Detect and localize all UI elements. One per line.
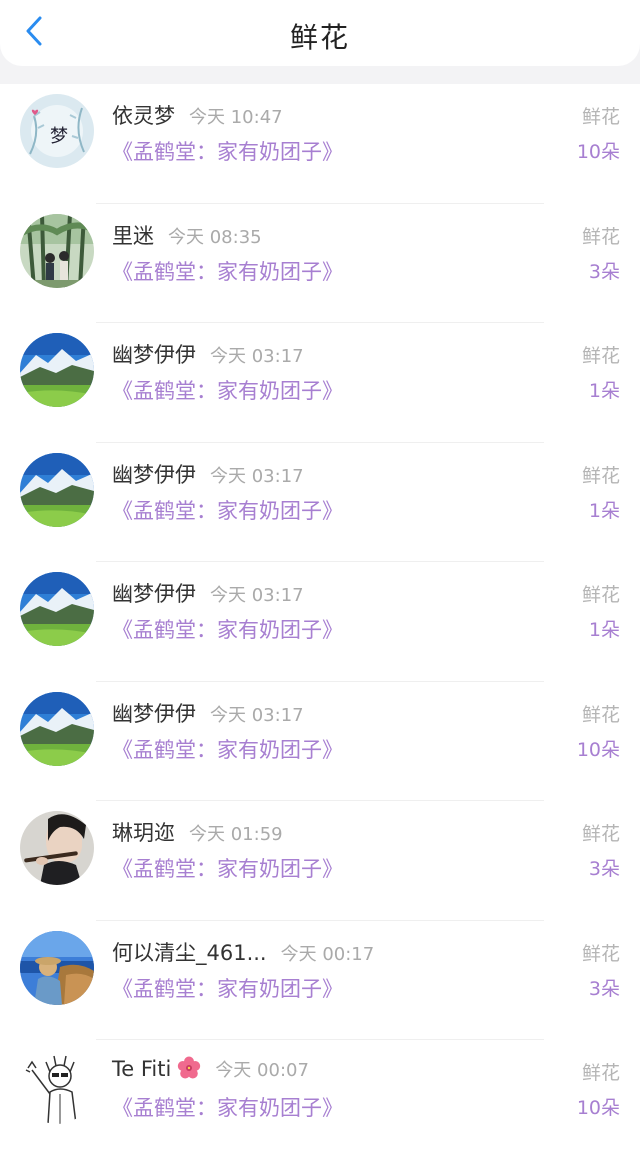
avatar[interactable] <box>20 691 94 766</box>
user-name[interactable]: 幽梦伊伊 今天 03:17 <box>112 698 304 728</box>
list-item[interactable]: 里迷 今天 08:35 《孟鹤堂：家有奶团子》 鲜花 3朵 <box>0 204 640 323</box>
avatar[interactable] <box>20 333 94 407</box>
timestamp: 今天 03:17 <box>210 585 304 606</box>
avatar[interactable] <box>20 572 94 646</box>
avatar[interactable] <box>20 1050 94 1124</box>
list-item[interactable]: 梦 依灵梦 今天 10:47 《孟鹤堂：家有奶团子》 鲜花 10朵 <box>0 84 640 204</box>
list-item[interactable]: 幽梦伊伊 今天 03:17 《孟鹤堂：家有奶团子》 鲜花 1朵 <box>0 323 640 443</box>
timestamp: 今天 00:17 <box>280 943 375 965</box>
gift-type-label: 鲜花 <box>581 584 620 606</box>
gift-count: 10朵 <box>576 738 620 761</box>
gift-type-label: 鲜花 <box>581 464 620 487</box>
user-name[interactable]: Te Fiti 今天 00:07 <box>112 1056 309 1082</box>
gift-type-label: 鲜花 <box>581 703 620 726</box>
hibiscus-icon <box>178 1056 201 1079</box>
book-title-link[interactable]: 《孟鹤堂：家有奶团子》 <box>112 614 343 644</box>
user-name[interactable]: 幽梦伊伊 今天 03:17 <box>112 339 304 369</box>
list-item[interactable]: 何以清尘_461... 今天 00:17 《孟鹤堂：家有奶团子》 鲜花 3朵 <box>0 921 640 1040</box>
gift-count: 10朵 <box>576 141 620 163</box>
user-name[interactable]: 幽梦伊伊 今天 03:17 <box>112 578 304 608</box>
user-name[interactable]: 依灵梦 今天 10:47 <box>112 100 283 130</box>
gift-type-label: 鲜花 <box>581 345 620 367</box>
timestamp: 今天 08:35 <box>168 226 262 248</box>
avatar[interactable] <box>20 811 94 885</box>
book-title-link[interactable]: 《孟鹤堂：家有奶团子》 <box>112 256 343 286</box>
avatar[interactable] <box>20 213 94 288</box>
timestamp: 今天 03:17 <box>210 704 304 726</box>
book-title-link[interactable]: 《孟鹤堂：家有奶团子》 <box>112 375 343 405</box>
user-name[interactable]: 琳玥迩 今天 01:59 <box>112 817 283 847</box>
book-title-link[interactable]: 《孟鹤堂：家有奶团子》 <box>112 973 343 1003</box>
page-title: 鲜花 <box>289 21 350 54</box>
avatar[interactable] <box>20 452 94 527</box>
avatar[interactable]: 梦 <box>20 94 94 168</box>
book-title-link[interactable]: 《孟鹤堂：家有奶团子》 <box>112 1092 343 1122</box>
list-item[interactable]: 幽梦伊伊 今天 03:17 《孟鹤堂：家有奶团子》 鲜花 10朵 <box>0 682 640 801</box>
user-name[interactable]: 幽梦伊伊 今天 03:17 <box>112 459 304 489</box>
gift-type-label: 鲜花 <box>581 106 620 128</box>
timestamp: 今天 10:47 <box>189 107 283 128</box>
gift-count: 3朵 <box>588 977 620 1000</box>
top-bar: 鲜花 <box>0 0 640 66</box>
gift-type-label: 鲜花 <box>581 1062 620 1084</box>
timestamp: 今天 01:59 <box>189 824 283 845</box>
user-name[interactable]: 里迷 今天 08:35 <box>112 220 262 250</box>
timestamp: 今天 00:07 <box>215 1060 309 1081</box>
gift-count: 1朵 <box>588 619 620 641</box>
list-item[interactable]: 琳玥迩 今天 01:59 《孟鹤堂：家有奶团子》 鲜花 3朵 <box>0 801 640 921</box>
list-item[interactable]: 幽梦伊伊 今天 03:17 《孟鹤堂：家有奶团子》 鲜花 1朵 <box>0 562 640 682</box>
gift-type-label: 鲜花 <box>581 823 620 845</box>
book-title-link[interactable]: 《孟鹤堂：家有奶团子》 <box>112 853 343 883</box>
avatar[interactable] <box>20 930 94 1005</box>
gift-count: 3朵 <box>588 858 620 880</box>
timestamp: 今天 03:17 <box>210 346 304 367</box>
timestamp: 今天 03:17 <box>210 465 304 487</box>
list-item[interactable]: Te Fiti 今天 00:07 《孟鹤堂：家有奶团子》 鲜花 10朵 <box>0 1040 640 1157</box>
list-item[interactable]: 幽梦伊伊 今天 03:17 《孟鹤堂：家有奶团子》 鲜花 1朵 <box>0 443 640 562</box>
gift-count: 10朵 <box>576 1097 620 1119</box>
gift-type-label: 鲜花 <box>581 942 620 965</box>
gift-count: 1朵 <box>588 380 620 402</box>
book-title-link[interactable]: 《孟鹤堂：家有奶团子》 <box>112 136 343 166</box>
gift-type-label: 鲜花 <box>581 225 620 248</box>
book-title-link[interactable]: 《孟鹤堂：家有奶团子》 <box>112 734 343 764</box>
svg-text:梦: 梦 <box>50 126 68 147</box>
flower-gift-list: 梦 依灵梦 今天 10:47 《孟鹤堂：家有奶团子》 鲜花 10朵 里迷 今天 08… <box>0 84 640 1157</box>
gift-count: 1朵 <box>588 499 620 522</box>
user-name[interactable]: 何以清尘_461... 今天 00:17 <box>112 937 374 967</box>
gift-count: 3朵 <box>588 260 620 283</box>
book-title-link[interactable]: 《孟鹤堂：家有奶团子》 <box>112 495 343 525</box>
